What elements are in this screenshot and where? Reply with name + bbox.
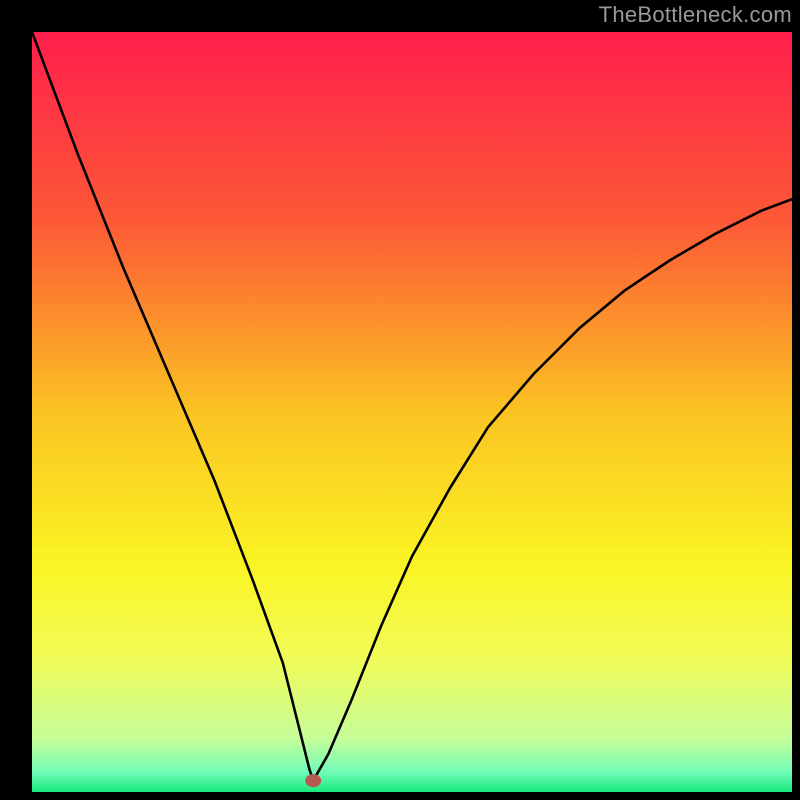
bottleneck-chart (0, 0, 800, 800)
chart-frame: { "watermark": "TheBottleneck.com", "cha… (0, 0, 800, 800)
watermark-text: TheBottleneck.com (599, 2, 792, 28)
plot-background (32, 32, 792, 792)
optimal-point-marker (305, 774, 321, 787)
